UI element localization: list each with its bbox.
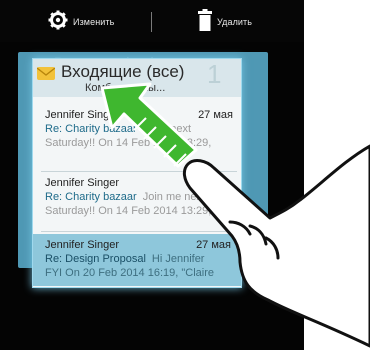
mail-widget-header: Входящие (все) 1 Комб... данны...: [33, 59, 241, 97]
mail-subject-text: Re: Design Proposal: [45, 253, 146, 265]
mail-subject: Re: Charity bazaar Join me next: [45, 191, 205, 203]
mail-sender: Jennifer Singer: [45, 109, 119, 121]
mail-widget-title: Входящие (все): [61, 62, 185, 81]
mail-preview: FYI On 20 Feb 2014 16:19, "Claire: [45, 267, 215, 279]
home-screen-edit-view: Изменить Удалить Входящие (все) 1 Комб..…: [0, 0, 370, 350]
mail-subject: Re: Charity bazaar ...me next: [45, 123, 191, 135]
mail-divider: [41, 231, 237, 232]
mail-subject-text: Re: Charity bazaar: [45, 191, 137, 203]
edit-button[interactable]: Изменить: [48, 10, 114, 34]
account-label: Комб... данны...: [85, 82, 166, 94]
mail-icon: [36, 65, 56, 81]
gear-icon: [48, 10, 68, 35]
unread-count: 1: [207, 59, 222, 89]
mail-sender: Jennifer Singer: [45, 239, 119, 251]
mail-snippet: Hi Jennifer: [151, 253, 205, 265]
mail-sender: Jennifer Singer: [45, 177, 119, 189]
trash-icon: [198, 8, 212, 36]
mail-date: 27 мая: [198, 109, 233, 121]
mail-snippet: Join me next: [142, 191, 206, 203]
mail-item[interactable]: Jennifer Singer 27 мая Re: Charity bazaa…: [41, 109, 237, 167]
mail-subject: Re: Design Proposal Hi Jennifer: [45, 253, 204, 265]
mail-widget[interactable]: Входящие (все) 1 Комб... данны... Jennif…: [32, 58, 242, 288]
delete-button[interactable]: Удалить: [198, 8, 253, 36]
mail-item[interactable]: Jennifer Singer 27 мая Re: Design Propos…: [33, 234, 241, 286]
mail-date: 27 мая: [196, 239, 231, 251]
mail-preview: Saturday!! On 14 Feb 2014 13:29,: [45, 137, 212, 149]
edit-button-label: Изменить: [73, 17, 115, 27]
mail-divider: [41, 171, 237, 172]
mail-item[interactable]: Jennifer Singer Re: Charity bazaar Join m…: [41, 177, 237, 235]
mail-preview: Saturday!! On 14 Feb 2014 13:29,: [45, 205, 212, 217]
toolbar-divider: [151, 12, 152, 32]
edit-action-bar: Изменить Удалить: [0, 0, 304, 42]
mail-snippet: ...me next: [142, 123, 192, 135]
delete-button-label: Удалить: [217, 17, 253, 27]
mail-subject-text: Re: Charity bazaar: [45, 123, 137, 135]
